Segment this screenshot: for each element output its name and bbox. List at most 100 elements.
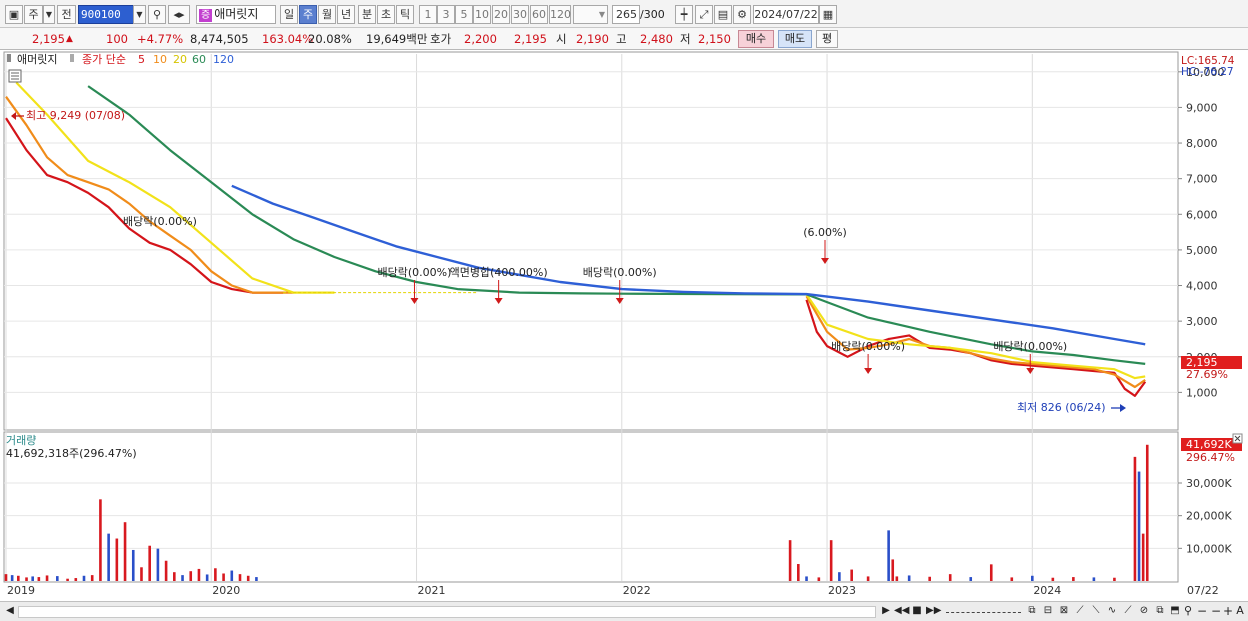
scrollbar[interactable]: ◀ ▶ ◀◀ ■ ▶▶ ⧉ ⊟ ⊠ ⟋ ⟍ ∿ ⟋ ⊘ ⧉ ⬒ ⚲ − − + … (0, 601, 1248, 621)
chart-area[interactable]: 배당락(0.00%) 배당락(0.00%) 액면병합(400.00%) 배당락(0.0… (0, 50, 1248, 601)
rewind-icon[interactable]: ◀◀ (894, 605, 909, 619)
candle-icon[interactable]: ┿ (675, 5, 693, 24)
speaker-icon[interactable]: ◂▸ (168, 5, 190, 24)
period-month[interactable]: 월 (318, 5, 336, 24)
volume-bar (66, 578, 69, 581)
zoom-slider[interactable] (946, 612, 1021, 613)
volume-value: 41,692,318주(296.47%) (6, 447, 137, 460)
interval-5[interactable]: 5 (455, 5, 473, 24)
volume-bar (45, 575, 49, 581)
interval-1[interactable]: 1 (419, 5, 437, 24)
volume-bar (197, 568, 201, 581)
volume-tick-label: 10,000K (1186, 542, 1232, 555)
bid-label: 호가 (430, 32, 452, 46)
stock-name-box: 증 애머릿지 (196, 5, 276, 24)
volume-bar (10, 575, 14, 581)
draw-tool-icon-4[interactable]: ⟋ (1072, 605, 1088, 619)
scroll-left-icon[interactable]: ◀ (4, 605, 16, 619)
draw-tool-icon-8[interactable]: ⊘ (1136, 605, 1152, 619)
period-second[interactable]: 초 (377, 5, 395, 24)
zoom-in-icon[interactable]: + (1222, 605, 1234, 619)
draw-tool-icon-1[interactable]: ⧉ (1024, 605, 1040, 619)
average-button[interactable]: 평 (816, 30, 838, 48)
gear-icon[interactable]: ⚙ (733, 5, 751, 24)
draw-tool-icon-9[interactable]: ⧉ (1152, 605, 1168, 619)
time-tick-label: 07/22 (1187, 584, 1219, 597)
volume-bar (788, 540, 792, 581)
time-tick-label: 2023 (828, 584, 856, 597)
volume-bar (1141, 533, 1145, 581)
period-year[interactable]: 년 (337, 5, 355, 24)
sell-button[interactable]: 매도 (778, 30, 812, 48)
price-change: 100 (106, 32, 128, 46)
interval-20[interactable]: 20 (492, 5, 510, 24)
price-tick-label: 8,000 (1186, 137, 1218, 150)
legend-ma-title: 종가 단순 (82, 53, 126, 66)
scroll-right-icon[interactable]: ▶ (880, 605, 892, 619)
open-price: 2,190 (576, 32, 609, 46)
font-size-icon[interactable]: A (1234, 605, 1246, 619)
chevron-down-icon[interactable]: ▼ (43, 5, 55, 24)
volume-bar (797, 564, 800, 581)
draw-tool-icon-3[interactable]: ⊠ (1056, 605, 1072, 619)
calendar-icon[interactable]: ▦ (819, 5, 837, 24)
search-icon[interactable]: ⚲ (148, 5, 166, 24)
draw-tool-icon-6[interactable]: ∿ (1104, 605, 1120, 619)
price-tick-label: 7,000 (1186, 173, 1218, 186)
turnover-rate: 20.08% (308, 32, 352, 46)
symbol-dropdown-icon[interactable]: ▼ (133, 5, 146, 24)
price-tick-label: 5,000 (1186, 244, 1218, 257)
scroll-track[interactable] (18, 606, 876, 618)
volume-bar (1113, 577, 1116, 581)
period-tick[interactable]: 틱 (396, 5, 414, 24)
volume-bar (131, 549, 135, 581)
event-label: 액면병합(400.00%) (450, 266, 548, 279)
quote-bar: 2,195 ▲ 100 +4.77% 8,474,505 163.04% 20.… (0, 28, 1248, 50)
draw-tool-icon-10[interactable]: ⬒ (1168, 605, 1182, 619)
prev-button[interactable]: 전 (57, 5, 76, 24)
crosshair-icon[interactable]: ⤢ (695, 5, 713, 24)
volume-tick-label: 20,000K (1186, 510, 1232, 523)
volume-bar (817, 577, 821, 581)
legend-ma-5: 5 (138, 53, 145, 66)
window-icon[interactable]: ▣ (5, 5, 23, 24)
interval-30[interactable]: 30 (511, 5, 529, 24)
period-minute[interactable]: 분 (358, 5, 376, 24)
toolbar: ▣ 주 ▼ 전 900100 ▼ ⚲ ◂▸ 증 애머릿지 일 주 월 년 분 초 … (0, 0, 1248, 28)
volume-bar (866, 576, 870, 581)
market-type-button[interactable]: 주 (24, 5, 43, 24)
draw-tool-icon-2[interactable]: ⊟ (1040, 605, 1056, 619)
volume-tick-label: 30,000K (1186, 477, 1232, 490)
low-price: 2,150 (698, 32, 731, 46)
stop-icon[interactable]: ■ (910, 605, 924, 619)
count-input[interactable]: 265 (612, 5, 640, 24)
volume-bar (4, 574, 8, 581)
period-day[interactable]: 일 (280, 5, 298, 24)
volume-bar (222, 573, 225, 581)
symbol-input[interactable]: 900100 (78, 5, 136, 24)
date-input[interactable]: 2024/07/22 (753, 5, 819, 24)
volume-bar (928, 576, 931, 581)
zoom-icon[interactable]: ⚲ (1182, 605, 1194, 619)
interval-10[interactable]: 10 (473, 5, 491, 24)
price-change-pct: +4.77% (137, 32, 184, 46)
event-label: 배당락(0.00%) (123, 215, 197, 228)
volume-bar (989, 564, 993, 581)
low-marker: 최저 826 (06/24) (1017, 401, 1106, 414)
fast-forward-icon[interactable]: ▶▶ (926, 605, 941, 619)
zoom-out-icon[interactable]: − (1196, 605, 1208, 619)
period-week[interactable]: 주 (299, 5, 317, 24)
volume-bar (115, 538, 119, 581)
interval-60[interactable]: 60 (530, 5, 548, 24)
price-volume-chart[interactable]: 배당락(0.00%)배당락(0.00%)액면병합(400.00%) 배당락(0.0… (0, 50, 1248, 601)
price-tick-label: 4,000 (1186, 280, 1218, 293)
draw-tool-icon-5[interactable]: ⟍ (1088, 605, 1104, 619)
draw-tool-icon-7[interactable]: ⟋ (1120, 605, 1136, 619)
buy-button[interactable]: 매수 (738, 30, 774, 48)
interval-dropdown-icon[interactable]: ▼ (573, 5, 608, 24)
interval-3[interactable]: 3 (437, 5, 455, 24)
zoom-minus-icon[interactable]: − (1210, 605, 1222, 619)
interval-120[interactable]: 120 (549, 5, 571, 24)
volume-title: 거래량 (6, 434, 36, 447)
save-icon[interactable]: ▤ (714, 5, 732, 24)
